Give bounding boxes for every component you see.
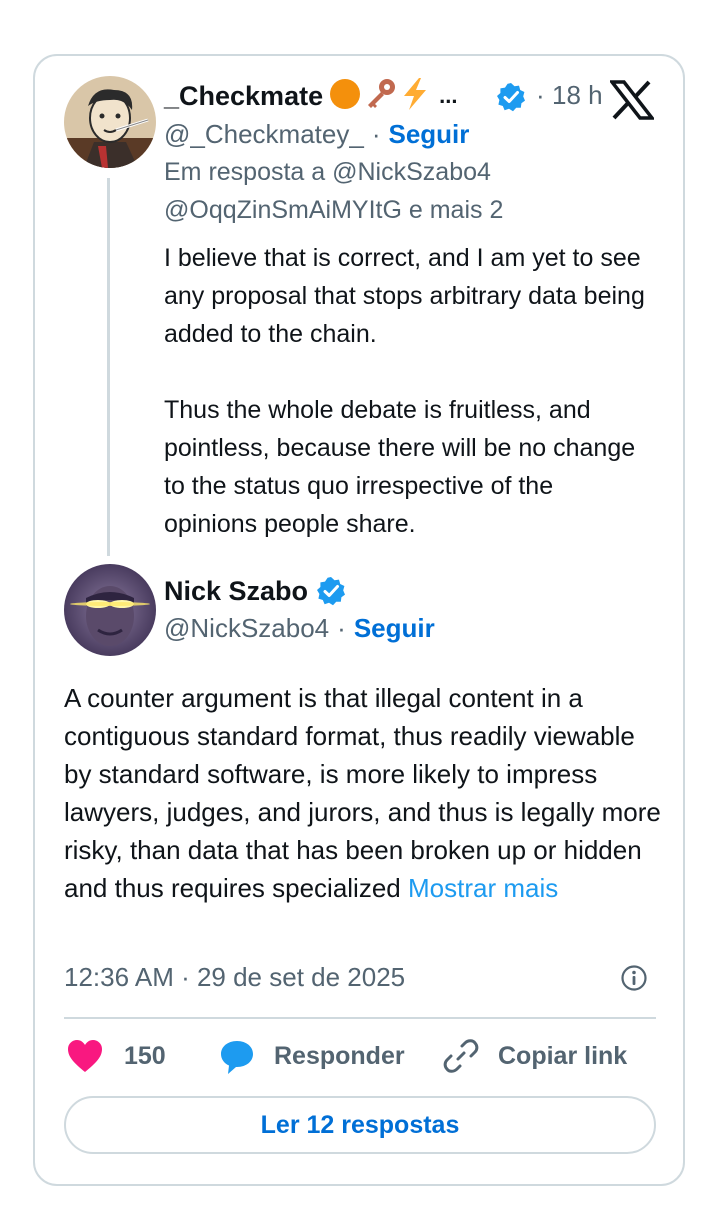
follow-button-nickszabo[interactable]: Seguir: [354, 613, 435, 644]
read-replies-button[interactable]: Ler 12 respostas: [64, 1096, 656, 1154]
main-tweet-body: A counter argument is that illegal conte…: [64, 683, 661, 903]
show-more-link[interactable]: Mostrar mais: [408, 873, 558, 903]
name-ellipsis: ...: [439, 83, 458, 108]
main-handle[interactable]: @NickSzabo4: [164, 613, 329, 644]
main-display-name[interactable]: Nick Szabo: [164, 576, 308, 607]
info-icon[interactable]: [620, 964, 648, 997]
like-count: 150: [124, 1041, 166, 1070]
main-handle-row: @NickSzabo4 · Seguir: [164, 613, 435, 644]
reply-tweet-text: I believe that is correct, and I am yet …: [164, 239, 652, 543]
follow-button-checkmate[interactable]: Seguir: [388, 119, 469, 150]
reply-context-line2[interactable]: @OqqZinSmAiMYItG e mais 2: [164, 196, 503, 225]
copy-link-label[interactable]: Copiar link: [498, 1042, 627, 1071]
handle-separator: ·: [337, 613, 346, 643]
reply-author-row: _Checkmate ...: [164, 77, 458, 116]
avatar-nick-szabo[interactable]: [64, 564, 156, 656]
reply-handle-row: @_Checkmatey_ · Seguir: [164, 119, 469, 150]
lightning-icon: [399, 77, 431, 116]
reply-time[interactable]: 18 h: [552, 80, 603, 111]
thread-connector: [107, 178, 110, 556]
verified-badge-icon: [496, 82, 526, 117]
copy-link-action[interactable]: Copiar link: [442, 1036, 627, 1076]
time-separator: ·: [536, 80, 545, 110]
speech-bubble-icon[interactable]: [218, 1038, 256, 1074]
divider: [64, 1017, 656, 1019]
link-icon[interactable]: [442, 1037, 480, 1075]
verified-badge-icon: [316, 576, 346, 606]
reply-label[interactable]: Responder: [274, 1042, 405, 1071]
x-logo-icon[interactable]: [608, 80, 656, 125]
heart-icon[interactable]: [66, 1038, 104, 1074]
avatar-checkmate[interactable]: [64, 76, 156, 168]
key-icon: [363, 77, 397, 116]
reply-paragraph-2: Thus the whole debate is fruitless, and …: [164, 396, 636, 538]
reply-action[interactable]: Responder: [218, 1036, 405, 1076]
tweet-timestamp[interactable]: 12:36 AM · 29 de set de 2025: [64, 962, 405, 993]
like-action[interactable]: 150: [66, 1036, 166, 1076]
reply-display-name[interactable]: _Checkmate: [164, 81, 323, 112]
main-author-row: Nick Szabo: [164, 574, 346, 608]
handle-separator: ·: [371, 119, 381, 149]
main-tweet-text: A counter argument is that illegal conte…: [64, 679, 664, 907]
reply-handle[interactable]: @_Checkmatey_: [164, 119, 364, 150]
reply-context-line1[interactable]: Em resposta a @NickSzabo4: [164, 158, 491, 187]
orange-circle-icon: [329, 78, 361, 115]
reply-paragraph-1: I believe that is correct, and I am yet …: [164, 244, 645, 348]
